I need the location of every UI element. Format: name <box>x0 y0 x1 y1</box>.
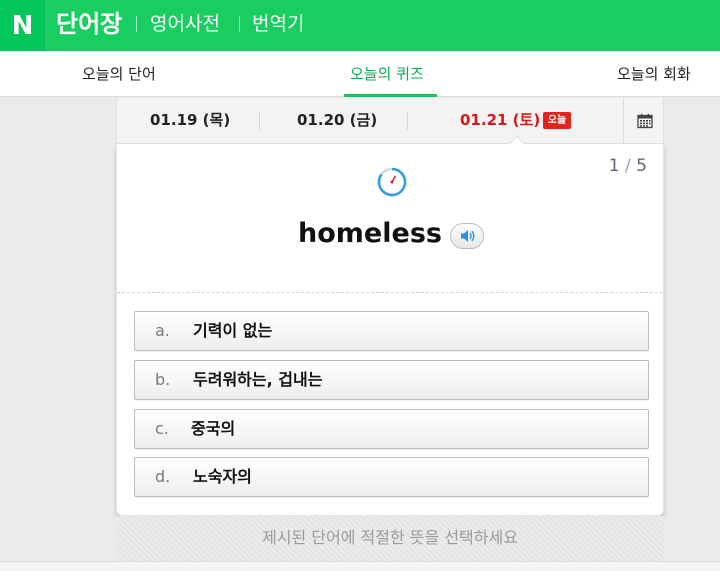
option-text: 중국의 <box>191 419 236 438</box>
divider <box>117 292 663 293</box>
divider <box>136 16 137 32</box>
quiz-card: 1 / 5 homeless a. 기력이 없는 b. 두려워하는, 겁내는 c… <box>116 144 664 516</box>
divider <box>239 16 240 32</box>
option-letter: b. <box>155 370 171 389</box>
option-text: 기력이 없는 <box>193 321 273 340</box>
total-questions: 5 <box>636 156 647 176</box>
date-selector: 01.19 (목) 01.20 (금) 01.21 (토) 오늘 <box>116 98 664 144</box>
app-title[interactable]: 단어장 <box>56 7 122 41</box>
option-text: 노숙자의 <box>193 467 252 486</box>
sub-navigation: 오늘의 단어 오늘의 퀴즈 오늘의 회화 <box>0 51 720 97</box>
naver-logo[interactable]: N <box>0 0 45 51</box>
option-letter: a. <box>155 321 170 340</box>
option-letter: c. <box>155 419 169 438</box>
link-dictionary[interactable]: 영어사전 <box>150 11 220 37</box>
page-footer <box>0 561 720 571</box>
answer-option-a[interactable]: a. 기력이 없는 <box>134 311 649 351</box>
calendar-button[interactable] <box>623 98 665 143</box>
tab-today-quiz[interactable]: 오늘의 퀴즈 <box>350 64 424 84</box>
current-question: 1 <box>608 156 620 176</box>
divider <box>259 112 260 130</box>
speaker-icon <box>460 230 475 242</box>
counter-slash: / <box>625 156 637 176</box>
date-0120[interactable]: 01.20 (금) <box>297 111 377 129</box>
tab-today-conversation[interactable]: 오늘의 회화 <box>617 64 691 84</box>
today-badge: 오늘 <box>543 112 571 129</box>
option-letter: d. <box>155 467 171 486</box>
date-0119[interactable]: 01.19 (목) <box>150 111 230 129</box>
hint-text: 제시된 단어에 적절한 뜻을 선택하세요 <box>262 528 518 547</box>
answer-option-d[interactable]: d. 노숙자의 <box>134 457 649 497</box>
quiz-word: homeless <box>298 218 442 249</box>
tab-today-word[interactable]: 오늘의 단어 <box>82 64 156 84</box>
answer-option-b[interactable]: b. 두려워하는, 겁내는 <box>134 360 649 400</box>
option-text: 두려워하는, 겁내는 <box>193 370 323 389</box>
word-row: homeless <box>117 216 665 256</box>
pronunciation-button[interactable] <box>449 223 484 249</box>
active-tab-indicator <box>344 94 437 97</box>
answer-option-c[interactable]: c. 중국의 <box>134 409 649 449</box>
hint-area: 제시된 단어에 적절한 뜻을 선택하세요 <box>116 516 664 561</box>
link-translator[interactable]: 번역기 <box>252 11 304 37</box>
question-counter: 1 / 5 <box>609 156 647 176</box>
divider <box>407 112 408 130</box>
logo-text: N <box>11 10 34 41</box>
timer-icon <box>377 167 407 197</box>
date-0121-today[interactable]: 01.21 (토) <box>460 111 540 129</box>
top-header: N 단어장 영어사전 번역기 <box>0 0 720 51</box>
calendar-icon <box>636 113 653 128</box>
